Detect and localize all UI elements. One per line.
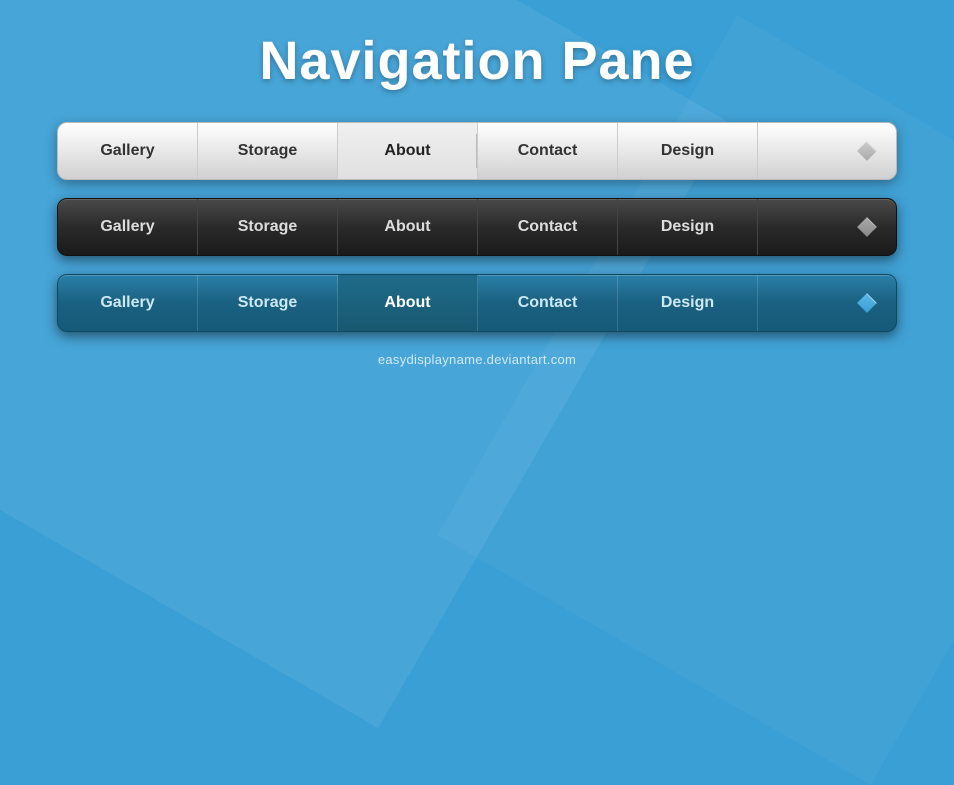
nav-bar-blue: Gallery Storage About Contact Design	[57, 274, 897, 332]
nav-dropdown-blue[interactable]	[838, 275, 896, 331]
dropdown-icon-light	[857, 141, 877, 161]
nav-bar-dark: Gallery Storage About Contact Design	[57, 198, 897, 256]
nav-item-contact-light[interactable]: Contact	[478, 123, 618, 179]
nav-item-storage-blue[interactable]: Storage	[198, 275, 338, 331]
nav-item-gallery-light[interactable]: Gallery	[58, 123, 198, 179]
nav-bar-light: Gallery Storage About Contact Design	[57, 122, 897, 180]
nav-dropdown-dark[interactable]	[838, 199, 896, 255]
nav-item-about-blue[interactable]: About	[338, 275, 478, 331]
nav-spacer-blue	[758, 275, 838, 331]
nav-item-design-blue[interactable]: Design	[618, 275, 758, 331]
nav-item-storage-dark[interactable]: Storage	[198, 199, 338, 255]
nav-item-about-dark[interactable]: About	[338, 199, 478, 255]
nav-item-storage-light[interactable]: Storage	[198, 123, 338, 179]
nav-item-design-light[interactable]: Design	[618, 123, 758, 179]
nav-item-contact-blue[interactable]: Contact	[478, 275, 618, 331]
nav-spacer-light	[758, 123, 838, 179]
dropdown-icon-blue	[857, 293, 877, 313]
footer-text: easydisplayname.deviantart.com	[378, 352, 576, 367]
nav-item-design-dark[interactable]: Design	[618, 199, 758, 255]
nav-item-gallery-dark[interactable]: Gallery	[58, 199, 198, 255]
nav-item-about-light[interactable]: About	[338, 123, 478, 179]
nav-container: Gallery Storage About Contact Design Gal…	[57, 122, 897, 332]
nav-dropdown-light[interactable]	[838, 123, 896, 179]
nav-spacer-dark	[758, 199, 838, 255]
page-title: Navigation Pane	[259, 30, 694, 92]
nav-item-gallery-blue[interactable]: Gallery	[58, 275, 198, 331]
nav-item-contact-dark[interactable]: Contact	[478, 199, 618, 255]
dropdown-icon-dark	[857, 217, 877, 237]
